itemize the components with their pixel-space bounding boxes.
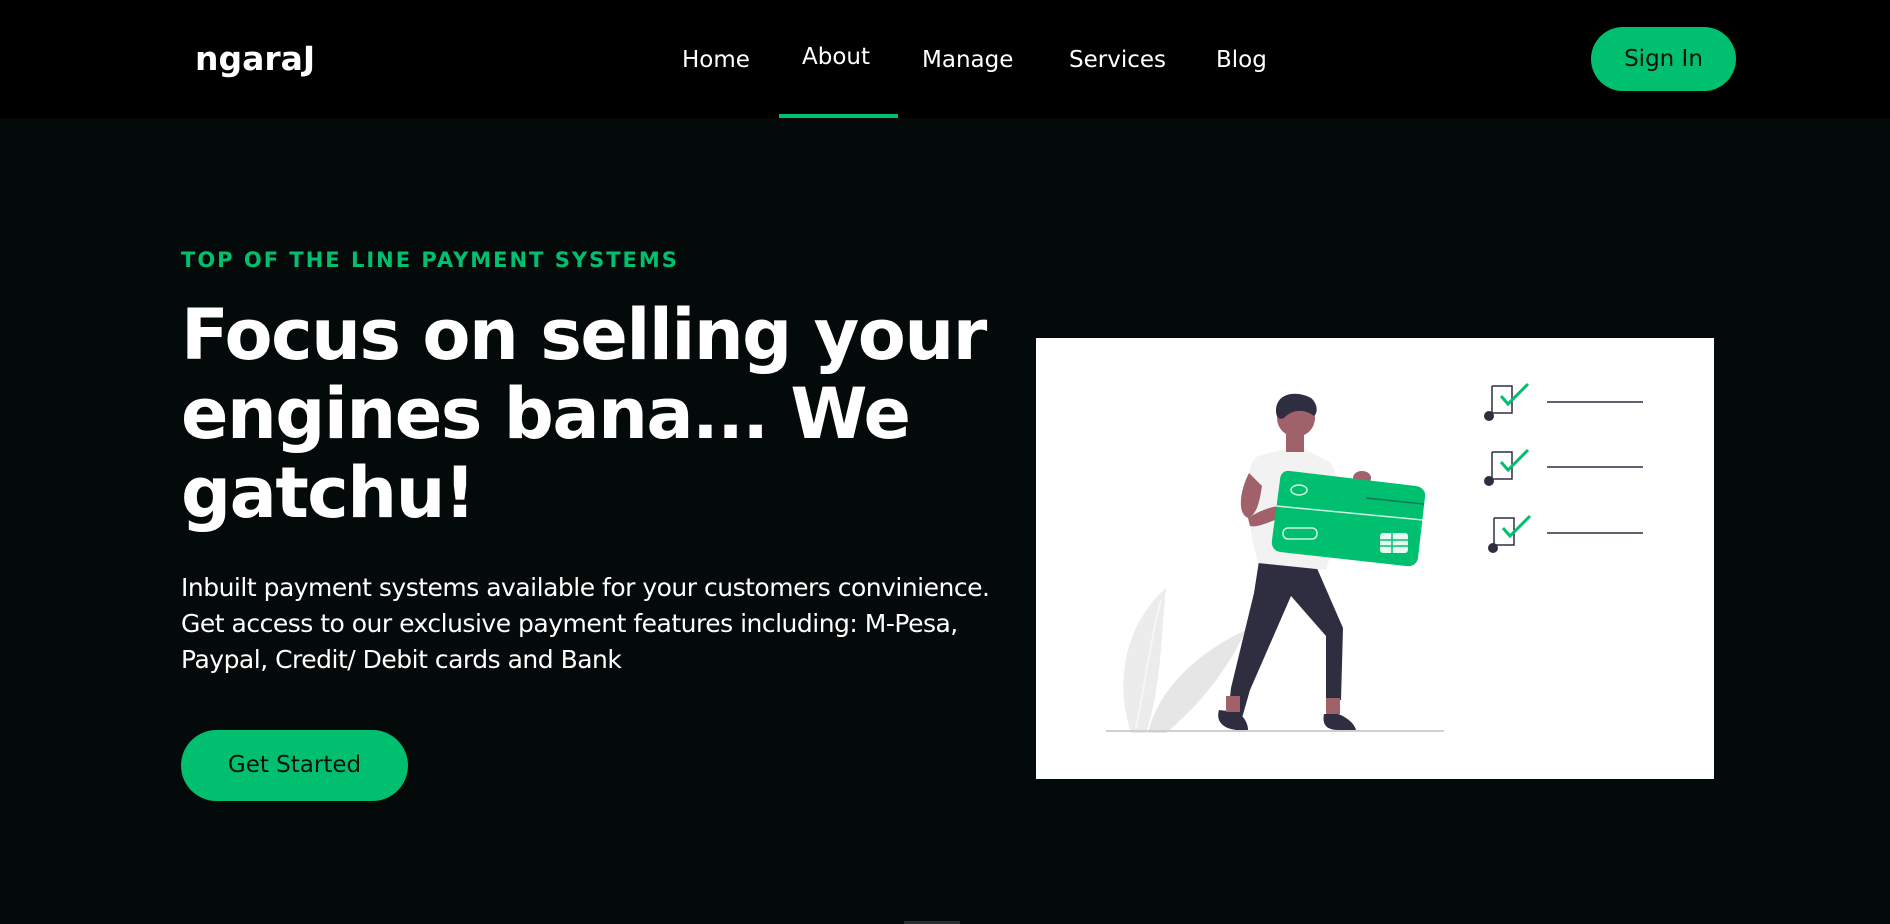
sign-in-button[interactable]: Sign In (1591, 27, 1736, 91)
hero-description: Inbuilt payment systems available for yo… (181, 573, 990, 674)
nav-item-home[interactable]: Home (682, 45, 750, 75)
person-figure (1218, 393, 1371, 730)
nav-item-manage[interactable]: Manage (922, 45, 1013, 75)
nav-item-blog[interactable]: Blog (1216, 45, 1267, 75)
checkbox-checked-icon (1484, 448, 1643, 486)
checkbox-checked-icon (1484, 382, 1643, 421)
checkbox-checked-icon (1488, 514, 1643, 553)
navbar: ngaraJ Home About Manage Services Blog S… (0, 0, 1890, 118)
page: ngaraJ Home About Manage Services Blog S… (0, 0, 1890, 924)
hero-eyebrow: TOP OF THE LINE PAYMENT SYSTEMS (181, 248, 679, 272)
hero-headline: Focus on selling your engines bana... We… (181, 294, 987, 534)
checklist (1484, 382, 1643, 553)
nav-item-about[interactable]: About (802, 42, 870, 72)
nav-item-services[interactable]: Services (1069, 45, 1166, 75)
get-started-button[interactable]: Get Started (181, 730, 408, 801)
credit-card-icon (1271, 470, 1426, 567)
hero-illustration (1036, 338, 1714, 779)
person-holding-credit-card-illustration (1106, 382, 1643, 733)
active-nav-indicator (779, 114, 898, 118)
